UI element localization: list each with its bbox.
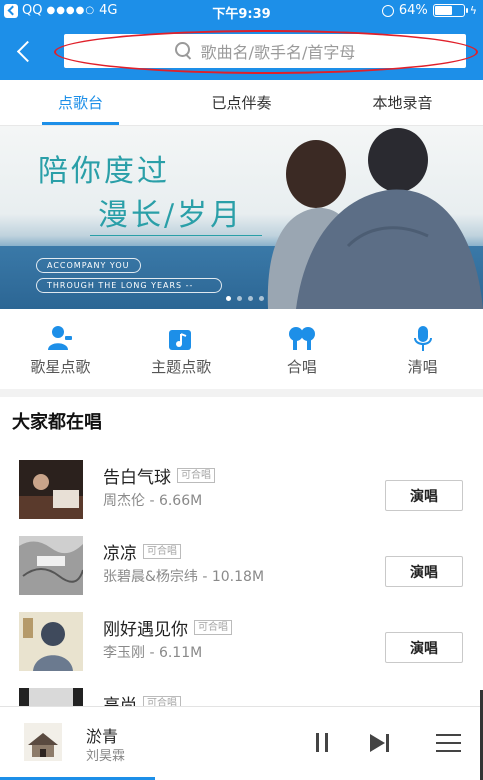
category-duet[interactable]: 合唱 xyxy=(242,309,363,389)
song-meta: 张碧晨&杨宗纬 - 10.18M xyxy=(103,569,265,585)
search-placeholder: 歌曲名/歌手名/首字母 xyxy=(200,43,356,62)
category-theme[interactable]: 主题点歌 xyxy=(121,309,242,389)
song-row[interactable]: 刚好遇见你 可合唱 李玉刚 - 6.11M 演唱 xyxy=(0,596,483,672)
pause-icon[interactable] xyxy=(310,731,336,755)
song-title: 凉凉 xyxy=(103,544,137,564)
top-bar: QQ ●●●●○ 4G 下午9:39 64% ϟ 歌曲名/歌手名/首字母 xyxy=(0,0,483,80)
album-cover xyxy=(19,536,83,595)
rotation-lock-icon xyxy=(381,4,394,17)
promo-banner[interactable]: 陪你度过 漫长/岁月 ACCOMPANY YOU THROUGH THE LON… xyxy=(0,126,483,309)
sing-button[interactable]: 演唱 xyxy=(385,556,463,587)
chorus-badge: 可合唱 xyxy=(143,544,181,559)
chorus-badge: 可合唱 xyxy=(143,696,181,706)
playlist-icon[interactable] xyxy=(436,731,462,755)
banner-caption-2: THROUGH THE LONG YEARS -- xyxy=(36,278,222,293)
banner-pagination[interactable] xyxy=(226,296,264,301)
search-bar[interactable]: 歌曲名/歌手名/首字母 xyxy=(54,30,478,74)
category-label: 歌星点歌 xyxy=(30,358,91,376)
banner-caption-1: ACCOMPANY YOU xyxy=(36,258,141,273)
tab-local-recordings[interactable]: 本地录音 xyxy=(322,80,483,125)
album-cover xyxy=(19,612,83,671)
tab-bar: 点歌台 已点伴奏 本地录音 xyxy=(0,80,483,126)
category-label: 清唱 xyxy=(407,358,438,376)
category-row: 歌星点歌 主题点歌 合唱 清唱 xyxy=(0,309,483,389)
category-acapella[interactable]: 清唱 xyxy=(362,309,483,389)
now-playing-title: 淤青 xyxy=(86,727,119,746)
sing-button[interactable]: 演唱 xyxy=(385,632,463,663)
battery-percent: 64% xyxy=(398,3,428,18)
banner-couple-illustration xyxy=(267,128,483,309)
song-row[interactable]: 凉凉 可合唱 张碧晨&杨宗纬 - 10.18M 演唱 xyxy=(0,520,483,596)
song-list: 告白气球 可合唱 周杰伦 - 6.66M 演唱 凉凉 可合唱 张碧晨&杨宗纬 - 1… xyxy=(0,444,483,706)
song-meta: 周杰伦 - 6.66M xyxy=(103,493,203,509)
category-singer[interactable]: 歌星点歌 xyxy=(0,309,121,389)
song-meta: 李玉刚 - 6.11M xyxy=(103,645,203,661)
banner-headline-2: 漫长/岁月 xyxy=(98,198,244,233)
banner-headline-1: 陪你度过 xyxy=(38,154,170,189)
singer-icon xyxy=(45,323,75,353)
section-title: 大家都在唱 xyxy=(12,412,102,433)
song-row[interactable]: 高尚可合唱 演唱 xyxy=(0,672,483,706)
duet-icon xyxy=(287,323,317,353)
back-button[interactable] xyxy=(14,38,38,66)
battery-icon xyxy=(432,4,468,17)
microphone-icon xyxy=(408,323,438,353)
theme-music-icon xyxy=(166,323,196,353)
banner-dot[interactable] xyxy=(226,296,231,301)
album-cover xyxy=(19,688,83,706)
song-row[interactable]: 告白气球 可合唱 周杰伦 - 6.66M 演唱 xyxy=(0,444,483,520)
now-playing-cover[interactable] xyxy=(24,723,62,761)
banner-dot[interactable] xyxy=(259,296,264,301)
search-icon xyxy=(174,42,193,60)
chorus-badge: 可合唱 xyxy=(177,468,215,483)
section-divider xyxy=(0,389,483,397)
category-label: 合唱 xyxy=(286,358,317,376)
song-title: 告白气球 xyxy=(103,468,171,488)
charging-icon: ϟ xyxy=(469,4,477,17)
sing-button[interactable]: 演唱 xyxy=(385,480,463,511)
tab-song-station[interactable]: 点歌台 xyxy=(0,80,161,125)
tab-ordered-accompaniment[interactable]: 已点伴奏 xyxy=(161,80,322,125)
song-title: 刚好遇见你 xyxy=(103,620,188,640)
song-title: 高尚 xyxy=(103,696,137,706)
category-label: 主题点歌 xyxy=(151,358,212,376)
next-track-icon[interactable] xyxy=(368,731,394,755)
mini-player[interactable]: 淤青 刘昊霖 xyxy=(0,706,483,780)
album-cover xyxy=(19,460,83,519)
status-bar: QQ ●●●●○ 4G 下午9:39 64% ϟ xyxy=(0,0,483,24)
banner-dot[interactable] xyxy=(237,296,242,301)
now-playing-artist: 刘昊霖 xyxy=(86,749,126,764)
banner-dot[interactable] xyxy=(248,296,253,301)
chorus-badge: 可合唱 xyxy=(194,620,232,635)
